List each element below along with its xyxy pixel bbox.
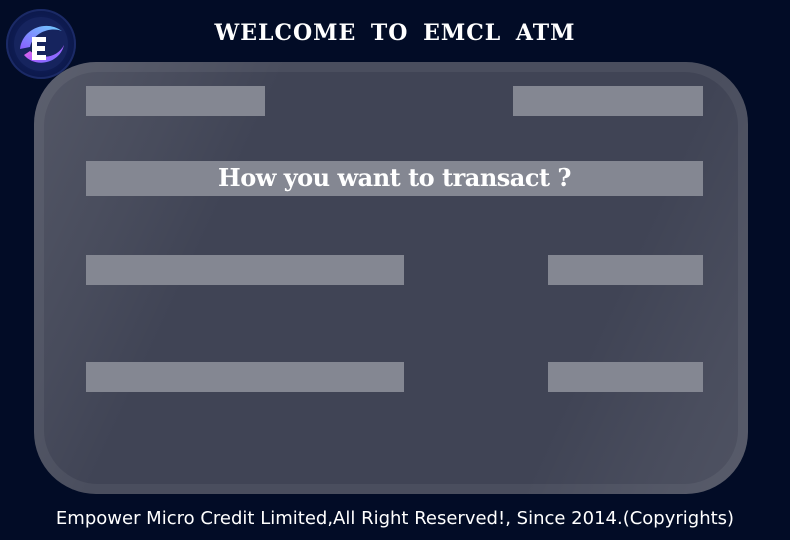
option-button-top-right[interactable] [513,86,703,116]
footer-copyright: Empower Micro Credit Limited,All Right R… [55,508,735,529]
option-button-mid-right[interactable] [548,255,703,285]
transaction-prompt: How you want to transact ? [218,163,571,192]
option-button-top-left[interactable] [86,86,265,116]
option-button-bottom-left[interactable] [86,362,404,392]
page-title: WELCOME TO EMCL ATM [214,20,576,46]
atm-screen: WELCOME TO EMCL ATM How you want to tran… [0,0,790,540]
option-button-bottom-right[interactable] [548,362,703,392]
option-button-mid-left[interactable] [86,255,404,285]
